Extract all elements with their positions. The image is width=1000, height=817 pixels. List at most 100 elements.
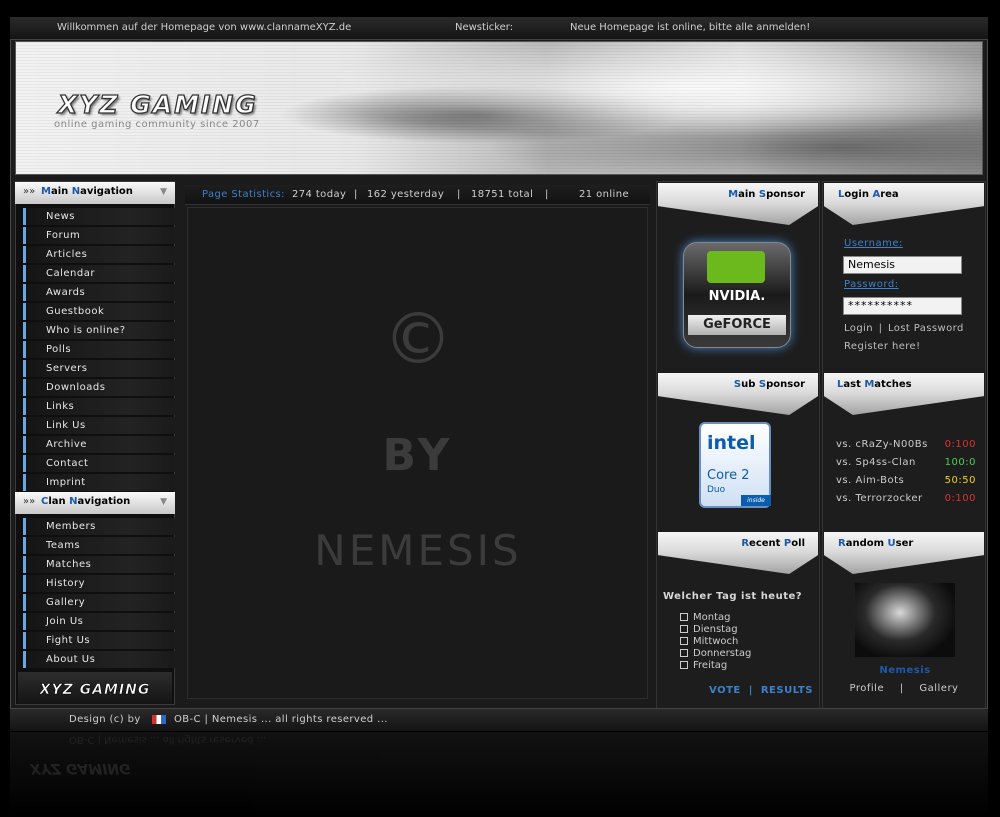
- login-link[interactable]: Login: [844, 323, 873, 334]
- clan-nav-item-about-us[interactable]: About Us: [23, 651, 175, 668]
- nvidia-eye-icon: [707, 251, 765, 283]
- poll-actions: VOTE | RESULTS: [709, 685, 813, 696]
- watermark-nemesis: NEMESIS: [314, 526, 522, 575]
- header-banner: XYZ GAMING online gaming community since…: [15, 41, 983, 175]
- match-row[interactable]: vs. Terrorzocker 0:100: [836, 493, 976, 504]
- double-chevron-icon: »»: [23, 186, 36, 197]
- clan-nav-item-matches[interactable]: Matches: [23, 556, 175, 573]
- clan-navigation-header[interactable]: »» Clan Navigation ▼: [15, 492, 175, 514]
- duo-text: Duo: [707, 485, 726, 495]
- match-row[interactable]: vs. cRaZy-N00Bs 0:100: [836, 439, 976, 450]
- main-nav-item-calendar[interactable]: Calendar: [23, 265, 175, 282]
- main-nav-item-contact[interactable]: Contact: [23, 455, 175, 472]
- username-field[interactable]: Nemesis: [843, 256, 962, 274]
- copyright-symbol: ©: [383, 298, 453, 380]
- match-opponent: vs. cRaZy-N00Bs: [836, 439, 928, 450]
- main-nav-item-downloads[interactable]: Downloads: [23, 379, 175, 396]
- clan-nav-item-history[interactable]: History: [23, 575, 175, 592]
- match-score: 0:100: [944, 439, 976, 450]
- poll-option[interactable]: Donnerstag: [680, 648, 751, 659]
- clan-nav-item-teams[interactable]: Teams: [23, 537, 175, 554]
- main-nav-item-who-is-online[interactable]: Who is online?: [23, 322, 175, 339]
- lost-password-link[interactable]: Lost Password: [888, 323, 964, 334]
- random-user-avatar[interactable]: [855, 583, 955, 657]
- stats-today: 274 today: [292, 189, 347, 200]
- main-navigation-header[interactable]: »» Main Navigation ▼: [15, 182, 175, 204]
- sub-sponsor-box: Sub Sponsor: [658, 373, 818, 415]
- recent-poll-title: Recent Poll: [741, 538, 805, 549]
- core2-text: Core 2: [707, 468, 750, 483]
- poll-option[interactable]: Mittwoch: [680, 636, 738, 647]
- top-bar: Willkommen auf der Homepage von www.clan…: [10, 17, 988, 40]
- checkbox-icon[interactable]: [680, 625, 688, 633]
- welcome-text: Willkommen auf der Homepage von www.clan…: [57, 22, 352, 33]
- poll-option-label: Mittwoch: [693, 636, 739, 647]
- match-opponent: vs. Sp4ss-Clan: [836, 457, 916, 468]
- gallery-link[interactable]: Gallery: [919, 683, 958, 694]
- nvidia-text: NVIDIA.: [708, 289, 766, 304]
- profile-link[interactable]: Profile: [850, 683, 885, 694]
- password-field[interactable]: **********: [843, 297, 962, 315]
- vote-link[interactable]: VOTE: [709, 685, 741, 696]
- clan-nav-item-gallery[interactable]: Gallery: [23, 594, 175, 611]
- clan-nav-item-join-us[interactable]: Join Us: [23, 613, 175, 630]
- reflection-footer-text: OB-C | Nemesis ... all rights reserved .…: [69, 734, 267, 745]
- watermark-by: BY: [382, 430, 454, 481]
- stats-online: 21 online: [579, 189, 630, 200]
- main-navigation-title: Main Navigation: [41, 186, 133, 197]
- collapse-icon[interactable]: ▼: [160, 182, 167, 202]
- main-nav-item-forum[interactable]: Forum: [23, 227, 175, 244]
- poll-option[interactable]: Montag: [680, 612, 730, 623]
- clan-nav-item-fight-us[interactable]: Fight Us: [23, 632, 175, 649]
- intel-logo[interactable]: intel Core 2 Duo inside: [699, 422, 771, 508]
- main-nav-item-link-us[interactable]: Link Us: [23, 417, 175, 434]
- random-user-links: Profile | Gallery: [849, 683, 959, 694]
- stats-label: Page Statistics:: [202, 189, 285, 200]
- sub-sponsor-title: Sub Sponsor: [733, 379, 805, 390]
- stats-separator: |: [457, 189, 461, 200]
- main-sponsor-title: Main Sponsor: [728, 189, 805, 200]
- login-area-title: Login Area: [838, 189, 899, 200]
- match-row[interactable]: vs. Aim-Bots 50:50: [836, 475, 976, 486]
- results-link[interactable]: RESULTS: [761, 685, 813, 696]
- random-user-name[interactable]: Nemesis: [855, 665, 955, 676]
- checkbox-icon[interactable]: [680, 649, 688, 657]
- geforce-text: GeFORCE: [688, 315, 786, 335]
- poll-option-label: Dienstag: [693, 624, 738, 635]
- random-user-title: Random User: [838, 538, 914, 549]
- main-content-area: © BY NEMESIS: [187, 207, 648, 699]
- poll-question: Welcher Tag ist heute?: [663, 591, 803, 602]
- main-nav-item-awards[interactable]: Awards: [23, 284, 175, 301]
- match-opponent: vs. Terrorzocker: [836, 493, 923, 504]
- main-sponsor-box: Main Sponsor: [658, 183, 818, 225]
- username-label: Username:: [844, 238, 903, 249]
- main-nav-item-news[interactable]: News: [23, 208, 175, 225]
- main-nav-item-articles[interactable]: Articles: [23, 246, 175, 263]
- stats-separator: |: [354, 189, 358, 200]
- reflection-logo-text: XYZ GAMING: [30, 760, 131, 776]
- left-logo: XYZ GAMING: [18, 672, 172, 704]
- login-area-box: Login Area: [824, 183, 984, 225]
- password-label: Password:: [844, 279, 899, 290]
- checkbox-icon[interactable]: [680, 613, 688, 621]
- clan-nav-item-members[interactable]: Members: [23, 518, 175, 535]
- match-row[interactable]: vs. Sp4ss-Clan 100:0: [836, 457, 976, 468]
- login-links: Login | Lost Password: [844, 323, 964, 334]
- main-nav-item-links[interactable]: Links: [23, 398, 175, 415]
- main-nav-item-archive[interactable]: Archive: [23, 436, 175, 453]
- main-nav-item-servers[interactable]: Servers: [23, 360, 175, 377]
- main-nav-item-polls[interactable]: Polls: [23, 341, 175, 358]
- checkbox-icon[interactable]: [680, 661, 688, 669]
- poll-option-label: Freitag: [693, 660, 728, 671]
- double-chevron-icon: »»: [23, 496, 36, 507]
- register-link[interactable]: Register here!: [844, 341, 921, 352]
- checkbox-icon[interactable]: [680, 637, 688, 645]
- main-nav-item-guestbook[interactable]: Guestbook: [23, 303, 175, 320]
- collapse-icon[interactable]: ▼: [160, 492, 167, 512]
- main-nav-item-imprint[interactable]: Imprint: [23, 474, 175, 491]
- footer: Design (c) by OB-C | Nemesis ... all rig…: [10, 708, 988, 731]
- poll-option[interactable]: Dienstag: [680, 624, 738, 635]
- poll-option[interactable]: Freitag: [680, 660, 727, 671]
- nvidia-logo[interactable]: NVIDIA. GeFORCE: [683, 242, 791, 348]
- clan-navigation-title: Clan Navigation: [41, 496, 131, 507]
